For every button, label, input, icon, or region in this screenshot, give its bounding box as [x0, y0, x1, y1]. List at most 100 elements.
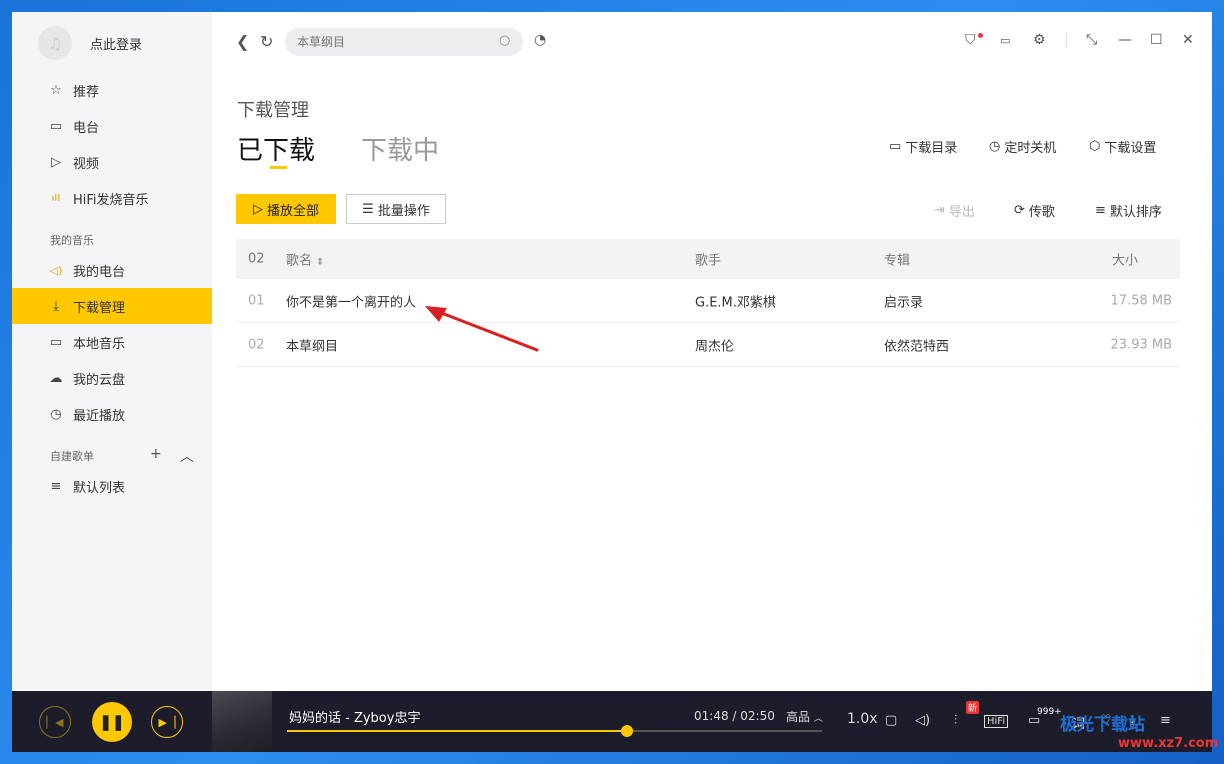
sidebar-item-local-music[interactable]: ▭ 本地音乐 — [12, 324, 212, 360]
progress-fill — [287, 730, 627, 732]
volume-icon[interactable]: ◁) — [915, 713, 930, 728]
mini-mode-icon[interactable]: ⤡ — [1086, 32, 1097, 48]
sidebar-item-cloud[interactable]: ☁ 我的云盘 — [12, 360, 212, 396]
export-button[interactable]: ⇥ 导出 — [934, 201, 975, 220]
timer-icon: ◷ — [989, 139, 1001, 154]
video-icon: ▷ — [51, 154, 61, 170]
site-watermark: 极光下载站 — [1060, 715, 1145, 735]
play-all-label: 播放全部 — [266, 203, 319, 219]
play-all-button[interactable]: ▷ 播放全部 — [236, 194, 336, 224]
sidebar-item-recommend[interactable]: ☆ 推荐 — [12, 72, 212, 108]
row-number: 02 — [248, 337, 265, 352]
voice-search-icon[interactable]: ◔ — [534, 32, 546, 48]
comment-count: 999+ — [1037, 707, 1062, 717]
playlist-queue-icon[interactable]: ≡ — [1160, 713, 1171, 728]
login-label[interactable]: 点此登录 — [90, 34, 142, 53]
screen-icon[interactable]: ▢ — [885, 713, 897, 728]
my-music-heading: 我的音乐 — [50, 234, 94, 247]
radio-icon: ▭ — [49, 118, 63, 134]
avatar[interactable]: ♫ — [38, 26, 72, 60]
song-name[interactable]: 你不是第一个离开的人 — [286, 291, 416, 310]
cloud-icon: ☁ — [49, 370, 63, 386]
chevron-up-icon: ︿ — [813, 714, 823, 724]
sidebar-item-radio[interactable]: ▭ 电台 — [12, 108, 212, 144]
hifi-button[interactable]: HiFi — [984, 715, 1009, 728]
maximize-icon[interactable]: ☐ — [1150, 32, 1163, 48]
download-settings-label: 下载设置 — [1104, 141, 1157, 156]
timer-label: 定时关机 — [1004, 141, 1057, 156]
column-name[interactable]: 歌名 ⇕ — [286, 250, 324, 269]
transfer-button[interactable]: ⟳ 传歌 — [1014, 201, 1055, 220]
minimize-icon[interactable]: — — [1118, 32, 1132, 48]
column-size: 大小 — [1112, 253, 1139, 269]
star-icon: ☆ — [50, 82, 62, 98]
notification-dot — [978, 33, 983, 38]
album-cover[interactable] — [212, 691, 272, 752]
artist-name[interactable]: 周杰伦 — [695, 335, 734, 354]
sort-label: 默认排序 — [1109, 205, 1162, 220]
search-icon[interactable]: ○ — [499, 33, 510, 48]
playback-time: 01:48 / 02:50 — [694, 709, 775, 723]
sidebar-item-default-playlist[interactable]: ≡ 默认列表 — [12, 468, 212, 504]
album-name[interactable]: 启示录 — [884, 291, 923, 310]
album-name[interactable]: 依然范特西 — [884, 335, 949, 354]
tab-downloading[interactable]: 下载中 — [361, 130, 439, 167]
search-input[interactable] — [285, 28, 523, 56]
user-login[interactable]: ♫ 点此登录 — [38, 26, 142, 60]
settings-icon[interactable]: ⚙ — [1033, 32, 1046, 48]
quality-selector[interactable]: 高品 ︿ — [786, 708, 823, 725]
sidebar-item-downloads[interactable]: ⤓ 下载管理 — [12, 288, 212, 324]
monitor-icon: ▭ — [49, 334, 63, 350]
table-header: 02 歌名 ⇕ 歌手 专辑 大小 — [236, 239, 1180, 279]
transfer-label: 传歌 — [1028, 205, 1055, 220]
song-name[interactable]: 本草纲目 — [286, 335, 338, 354]
folder-icon: ▭ — [889, 139, 902, 154]
app-window: ♫ 点此登录 ☆ 推荐 ▭ 电台 ▷ 视频 ıII HiFi发烧音乐 我的音乐 … — [12, 12, 1212, 752]
play-icon: ▷ — [252, 201, 263, 217]
sidebar-item-my-radio[interactable]: ◁) 我的电台 — [12, 252, 212, 288]
table-row[interactable]: 02 本草纲目 周杰伦 依然范特西 23.93 MB — [236, 323, 1180, 367]
fm-icon[interactable]: ▭ — [1000, 34, 1010, 47]
previous-track-button[interactable]: ▏◀ — [39, 706, 71, 738]
soundwave-icon: ıII — [51, 192, 61, 204]
sort-button[interactable]: ≡ 默认排序 — [1095, 201, 1162, 220]
column-name-label: 歌名 — [286, 253, 313, 269]
tab-indicator — [270, 166, 287, 169]
download-folder-label: 下载目录 — [905, 141, 958, 156]
sidebar-item-recent[interactable]: ◷ 最近播放 — [12, 396, 212, 432]
download-settings-button[interactable]: ⬡ 下载设置 — [1089, 137, 1156, 156]
file-size: 17.58 MB — [1110, 293, 1172, 308]
playlist-tools: + ︿ — [150, 446, 194, 466]
now-playing-title[interactable]: 妈妈的话 - Zyboy忠宇 — [289, 707, 420, 726]
progress-knob[interactable] — [620, 725, 633, 737]
sidebar-item-hifi[interactable]: ıII HiFi发烧音乐 — [12, 180, 212, 216]
tab-downloaded[interactable]: 已下载 — [237, 130, 315, 167]
row-number: 01 — [248, 293, 265, 308]
speed-button[interactable]: 1.0x — [847, 711, 878, 727]
download-folder-button[interactable]: ▭ 下载目录 — [889, 137, 957, 156]
back-icon[interactable]: ❮ — [236, 32, 249, 51]
sort-icon: ≡ — [1095, 203, 1106, 218]
new-badge: 新 — [966, 701, 980, 714]
sidebar-item-video[interactable]: ▷ 视频 — [12, 144, 212, 180]
skin-icon[interactable]: ⛉ — [965, 32, 976, 48]
export-icon: ⇥ — [934, 203, 945, 218]
sidebar-item-label: 我的电台 — [73, 264, 126, 280]
timer-shutdown-button[interactable]: ◷ 定时关机 — [989, 137, 1056, 156]
artist-name[interactable]: G.E.M.邓紫棋 — [695, 291, 776, 310]
sort-arrows-icon: ⇕ — [316, 257, 324, 268]
main-content: 下载管理 已下载 下载中 ▭ 下载目录 ◷ 定时关机 ⬡ 下载设置 ▷ 播放全部… — [212, 74, 1212, 691]
pause-button[interactable]: ❚❚ — [92, 702, 132, 742]
equalizer-icon[interactable]: ⫶ — [954, 713, 957, 728]
plus-icon[interactable]: + — [150, 446, 162, 466]
chevron-up-icon[interactable]: ︿ — [180, 446, 194, 466]
refresh-icon[interactable]: ↻ — [260, 32, 273, 51]
progress-bar[interactable] — [287, 725, 822, 737]
export-label: 导出 — [948, 205, 975, 220]
speaker-icon: ◁) — [49, 263, 63, 277]
table-row[interactable]: 01 你不是第一个离开的人 G.E.M.邓紫棋 启示录 17.58 MB — [236, 279, 1180, 323]
batch-operation-button[interactable]: ☰ 批量操作 — [346, 194, 446, 224]
sidebar: ♫ 点此登录 ☆ 推荐 ▭ 电台 ▷ 视频 ıII HiFi发烧音乐 我的音乐 … — [12, 12, 212, 691]
next-track-button[interactable]: ▶▕ — [151, 706, 183, 738]
close-icon[interactable]: ✕ — [1182, 32, 1194, 48]
